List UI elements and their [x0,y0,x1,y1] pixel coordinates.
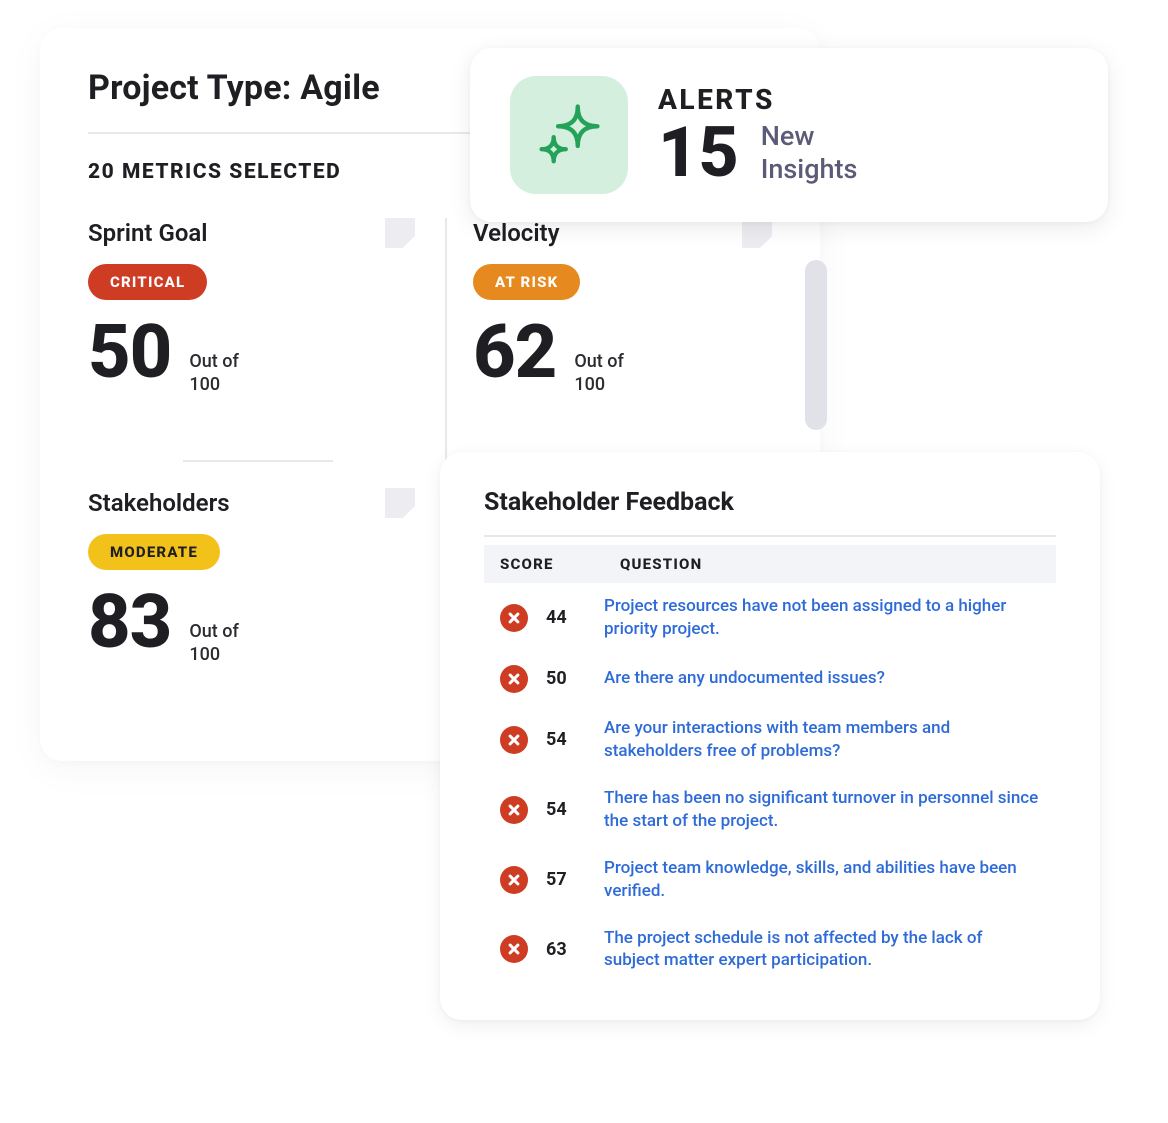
metric-max: Out of 100 [574,351,623,396]
metric-name: Sprint Goal [88,219,208,247]
metric-max: Out of 100 [189,621,238,666]
feedback-score: 54 [546,729,586,750]
remove-icon[interactable] [500,796,528,824]
feedback-question-link[interactable]: There has been no significant turnover i… [604,787,1040,833]
metric-score: 50 [88,316,171,390]
remove-icon[interactable] [500,866,528,894]
note-icon[interactable] [385,488,415,518]
feedback-question-link[interactable]: Project resources have not been assigned… [604,595,1040,641]
feedback-score: 63 [546,939,586,960]
metric-name: Stakeholders [88,489,230,517]
alerts-label: ALERTS [658,83,857,116]
feedback-question-link[interactable]: Are your interactions with team members … [604,717,1040,763]
remove-icon[interactable] [500,726,528,754]
feedback-row: 44 Project resources have not been assig… [484,583,1056,653]
column-question: QUESTION [620,555,1040,573]
feedback-row: 63 The project schedule is not affected … [484,915,1056,985]
note-icon[interactable] [385,218,415,248]
metric-sprint-goal[interactable]: Sprint Goal CRITICAL 50 Out of 100 [88,218,415,436]
sparkle-icon [510,76,628,194]
feedback-question-link[interactable]: Are there any undocumented issues? [604,667,1040,690]
feedback-score: 50 [546,668,586,689]
feedback-question-link[interactable]: Project team knowledge, skills, and abil… [604,857,1040,903]
scrollbar-track[interactable] [805,260,827,430]
alerts-count: 15 [658,118,739,188]
column-score: SCORE [500,555,620,573]
alerts-description: New Insights [761,120,858,185]
feedback-row: 54 Are your interactions with team membe… [484,705,1056,775]
feedback-score: 57 [546,869,586,890]
metric-score: 83 [88,586,171,660]
alerts-card[interactable]: ALERTS 15 New Insights [470,48,1108,222]
feedback-question-link[interactable]: The project schedule is not affected by … [604,927,1040,973]
divider [183,460,333,462]
status-pill-moderate: MODERATE [88,534,220,570]
feedback-row: 54 There has been no significant turnove… [484,775,1056,845]
metric-velocity[interactable]: Velocity AT RISK 62 Out of 100 [473,218,772,436]
feedback-score: 44 [546,607,586,628]
feedback-table-header: SCORE QUESTION [484,545,1056,583]
remove-icon[interactable] [500,604,528,632]
metric-stakeholders[interactable]: Stakeholders MODERATE 83 Out of 100 [88,488,415,706]
feedback-row: 50 Are there any undocumented issues? [484,653,1056,705]
status-pill-critical: CRITICAL [88,264,207,300]
stakeholder-feedback-card: Stakeholder Feedback SCORE QUESTION 44 P… [440,452,1100,1020]
status-pill-at-risk: AT RISK [473,264,580,300]
feedback-score: 54 [546,799,586,820]
divider [484,535,1056,537]
metric-max: Out of 100 [189,351,238,396]
metric-score: 62 [473,316,556,390]
feedback-row: 57 Project team knowledge, skills, and a… [484,845,1056,915]
remove-icon[interactable] [500,665,528,693]
metric-name: Velocity [473,219,560,247]
remove-icon[interactable] [500,935,528,963]
note-icon[interactable] [742,218,772,248]
feedback-title: Stakeholder Feedback [484,488,1056,517]
